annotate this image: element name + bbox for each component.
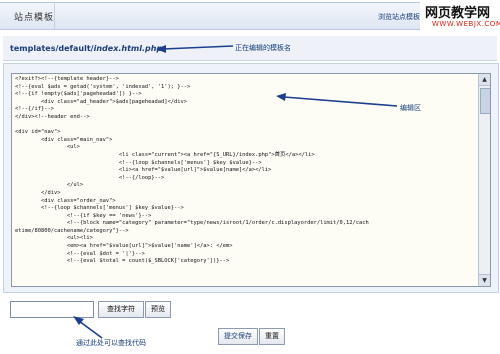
arrow-to-editor-icon [276,93,398,107]
arrow-to-template-name-icon [156,45,234,53]
annotation-arrows [73,45,398,339]
arrow-to-search-icon [73,316,103,339]
template-editor-page: 站点模板 浏览站点模板 网页教学网 WWW.WEBJX.COM template… [0,0,500,354]
